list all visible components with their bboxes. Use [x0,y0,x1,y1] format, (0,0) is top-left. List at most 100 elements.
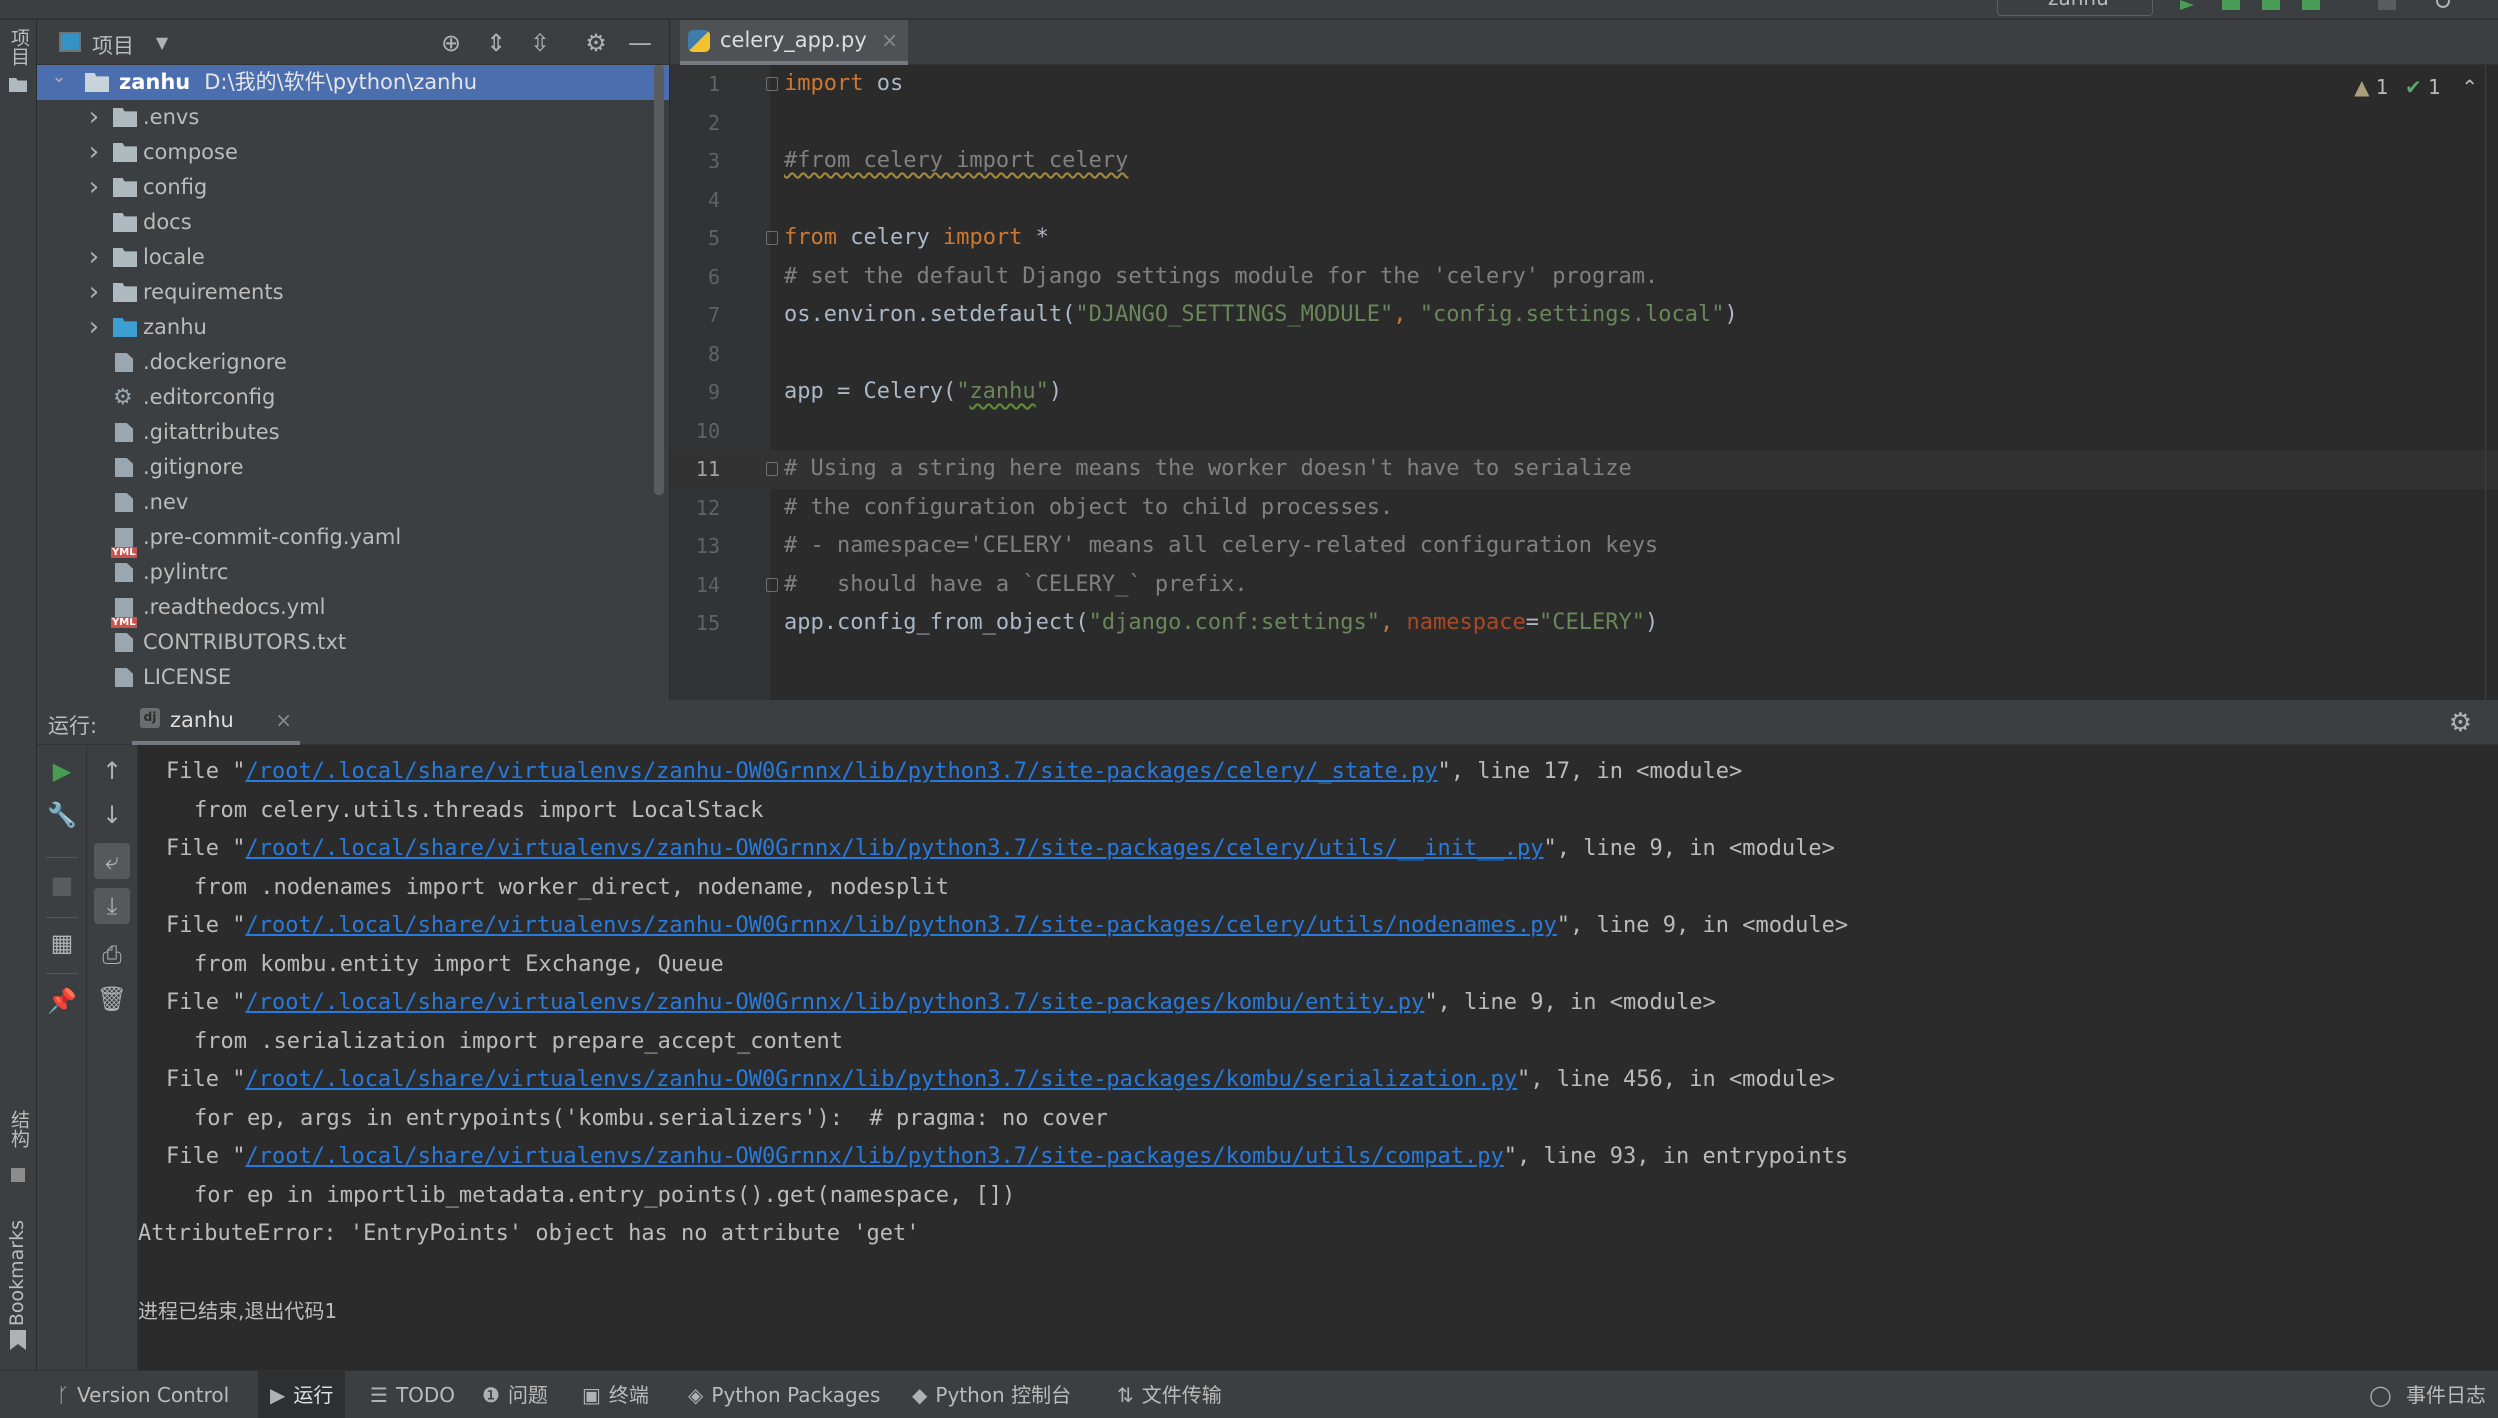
scroll-to-end-icon[interactable]: ⤓ [94,888,130,924]
locate-icon[interactable]: ⊕ [438,30,464,56]
chevron-right-icon[interactable]: › [84,100,104,135]
search-icon[interactable] [2436,0,2450,8]
expand-all-icon[interactable]: ⇕ [483,30,509,56]
tree-item[interactable]: › compose [37,135,669,170]
debug-icon[interactable] [2222,0,2240,10]
stop-icon[interactable]: ■ [44,867,80,903]
stop-icon[interactable] [2378,0,2396,10]
code-line[interactable]: 3 #from celery import celery [670,142,2498,181]
tree-item[interactable]: .gitattributes [37,415,669,450]
fold-marker-icon[interactable] [766,231,778,245]
wrench-icon[interactable]: 🔧 [44,797,80,833]
tree-item[interactable]: .nev [37,485,669,520]
up-icon[interactable]: ↑ [94,753,130,789]
profile-icon[interactable] [2302,0,2320,10]
tool-window-button[interactable]: ◈ Python Packages [676,1371,892,1418]
close-run-tab-icon[interactable]: × [275,700,292,740]
tree-item[interactable]: YML .pre-commit-config.yaml [37,520,669,558]
collapse-all-icon[interactable]: ⇳ [527,30,553,56]
fold-marker-icon[interactable] [766,77,778,91]
tree-item[interactable]: › config [37,170,669,205]
gear-icon[interactable]: ⚙ [583,30,609,56]
code-line[interactable]: 2 [670,104,2498,143]
code-line[interactable]: 1 import os [670,65,2498,104]
code-line[interactable]: 8 [670,335,2498,374]
tree-item[interactable]: › zanhu [37,310,669,345]
file-link[interactable]: /root/.local/share/virtualenvs/zanhu-OW0… [245,1144,1503,1169]
structure-tool-button[interactable]: 结构 [6,1110,33,1148]
code-line[interactable]: 6 # set the default Django settings modul… [670,258,2498,297]
print-icon[interactable]: ⎙ [94,937,130,973]
tree-item[interactable]: ⚙ .editorconfig [37,380,669,415]
code-line[interactable]: 14 # should have a `CELERY_` prefix. [670,566,2498,605]
chevron-right-icon[interactable]: › [84,135,104,170]
editor-scrollbar[interactable] [2485,65,2486,700]
file-link[interactable]: /root/.local/share/virtualenvs/zanhu-OW0… [245,759,1437,784]
code-line[interactable]: 15 app.config_from_object("django.conf:se… [670,604,2498,643]
tree-item[interactable]: LICENSE [37,660,669,695]
tool-window-button[interactable]: ᚴ Version Control [45,1371,241,1418]
tree-item[interactable]: .pylintrc [37,555,669,590]
code-line[interactable]: 11 # Using a string here means the worker… [670,450,2498,489]
tool-window-button[interactable]: ◆ Python 控制台 [900,1371,1083,1418]
soft-wrap-icon[interactable]: ⤶ [94,843,130,879]
project-view-selector[interactable]: 项目 [92,30,134,60]
chevron-right-icon[interactable]: › [84,240,104,275]
tree-item[interactable]: › requirements [37,275,669,310]
tree-scrollbar[interactable] [654,65,664,495]
file-link[interactable]: /root/.local/share/virtualenvs/zanhu-OW0… [245,913,1556,938]
code-area[interactable]: 1 import os 2 3 #from celery import celery 4 5… [670,65,2498,643]
minimize-icon[interactable]: — [627,30,653,56]
tree-item[interactable]: .gitignore [37,450,669,485]
trash-icon[interactable]: 🗑 [94,981,130,1017]
fold-marker-icon[interactable] [766,462,778,476]
close-tab-icon[interactable]: × [881,20,898,60]
tree-item[interactable]: docs [37,205,669,240]
tool-window-button[interactable]: ▶ 运行 [258,1371,346,1418]
code-line[interactable]: 7 os.environ.setdefault("DJANGO_SETTINGS_… [670,296,2498,335]
chevron-down-icon[interactable]: ⌄ [49,59,69,94]
chevron-right-icon[interactable]: › [84,275,104,310]
coverage-icon[interactable] [2262,0,2280,10]
code-line[interactable]: 13 # - namespace='CELERY' means all celer… [670,527,2498,566]
event-log-button[interactable]: ◯ 事件日志 [2357,1371,2498,1418]
code-line[interactable]: 4 [670,181,2498,220]
file-link[interactable]: /root/.local/share/virtualenvs/zanhu-OW0… [245,836,1543,861]
tree-item[interactable]: CONTRIBUTORS.txt [37,625,669,660]
run-icon[interactable] [2180,0,2194,10]
chevron-right-icon[interactable]: › [84,170,104,205]
tab-celery-app-py[interactable]: celery_app.py × [680,20,908,65]
code-line[interactable]: 5 from celery import * [670,219,2498,258]
down-icon[interactable]: ↓ [94,797,130,833]
code-line[interactable]: 9 app = Celery("zanhu") [670,373,2498,412]
chevron-right-icon[interactable]: › [84,310,104,345]
run-configuration-selector[interactable]: zanhu [1997,0,2153,16]
file-link[interactable]: /root/.local/share/virtualenvs/zanhu-OW0… [245,1067,1517,1092]
tree-item[interactable]: › .envs [37,100,669,135]
previous-highlight-icon[interactable]: ⌃ [2461,75,2478,99]
project-tool-button[interactable]: 项目 [6,28,33,66]
tree-item[interactable]: › locale [37,240,669,275]
tool-window-button[interactable]: ❶ 问题 [470,1371,560,1418]
tool-window-button[interactable]: ▣ 终端 [570,1371,661,1418]
console-output[interactable]: File "/root/.local/share/virtualenvs/zan… [138,745,2498,1370]
line-number: 4 [707,187,720,212]
rerun-icon[interactable]: ▶ [44,753,80,789]
fold-marker-icon[interactable] [766,577,778,592]
tree-root-zanhu[interactable]: ⌄ zanhu D:\我的\软件\python\zanhu [37,65,669,100]
run-settings-gear-icon[interactable]: ⚙ [2449,708,2472,738]
chevron-down-icon[interactable]: ▼ [149,30,175,56]
run-panel: 运行: dj zanhu × ⚙ ▶ 🔧 ■ ▦ 📌 ↑ ↓ ⤶ ⤓ ⎙ 🗑 F… [37,700,2498,1370]
layout-icon[interactable]: ▦ [44,925,80,961]
tool-window-button[interactable]: ⇅ 文件传输 [1105,1371,1234,1418]
code-line[interactable]: 10 [670,412,2498,451]
inspection-widget[interactable]: ▲ 1 ✔ 1 ⌃ [2354,75,2478,99]
tree-item[interactable]: YML .readthedocs.yml [37,590,669,628]
pin-icon[interactable]: 📌 [44,983,80,1019]
file-link[interactable]: /root/.local/share/virtualenvs/zanhu-OW0… [245,990,1424,1015]
tree-item[interactable]: .dockerignore [37,345,669,380]
run-tab-zanhu[interactable]: dj zanhu × [132,700,300,745]
code-line[interactable]: 12 # the configuration object to child pr… [670,489,2498,528]
bookmarks-tool-button[interactable]: Bookmarks [6,1220,28,1326]
tool-window-button[interactable]: ☰ TODO [358,1371,467,1418]
